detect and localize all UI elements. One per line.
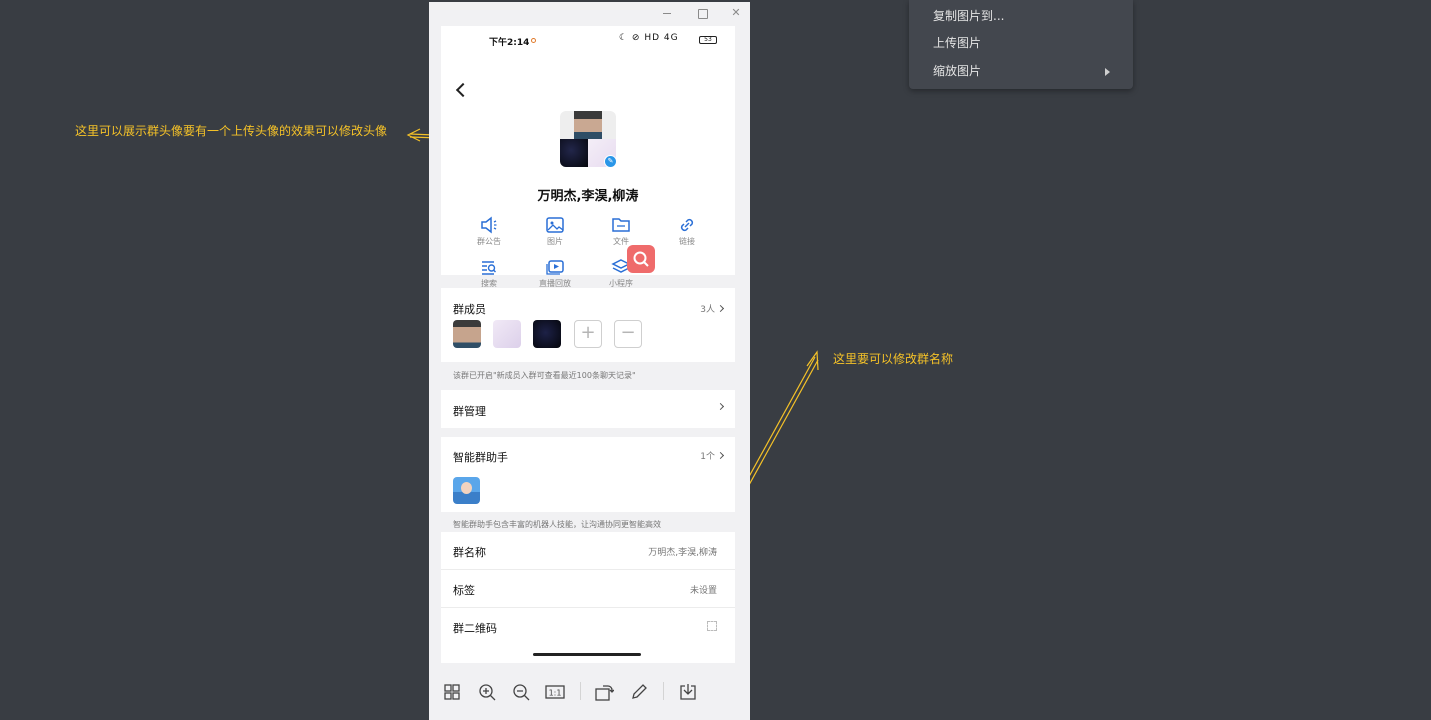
context-menu-zoom-image[interactable]: 缩放图片 [933,62,981,80]
folder-icon [612,218,630,232]
assistant-avatar[interactable] [453,477,480,504]
status-icons: ☾ ⊘ HD 4G [619,33,679,43]
context-menu-copy-image-to[interactable]: 复制图片到... [933,7,1004,25]
members-title: 群成员 [453,303,486,316]
func-links[interactable]: 链接 [667,216,707,247]
link-icon [680,218,694,232]
rotate-icon [595,685,615,701]
floating-search-button[interactable] [627,245,655,273]
zoom-out-button[interactable] [511,682,531,702]
zoom-out-icon [513,684,530,701]
rotate-button[interactable] [594,682,615,702]
func-images[interactable]: 图片 [535,216,575,247]
submenu-arrow-icon [1105,68,1110,76]
chevron-right-icon [716,402,725,411]
grid-icon [444,684,460,700]
image-viewer-window: ✕ 下午2:14 ☾ ⊘ HD 4G 53 ✎ 万明杰,李淏,柳涛 群公告 图片… [429,2,750,720]
phone-screenshot: 下午2:14 ☾ ⊘ HD 4G 53 ✎ 万明杰,李淏,柳涛 群公告 图片 文… [441,26,735,663]
group-header-card: ✎ 万明杰,李淏,柳涛 群公告 图片 文件 链接 搜索 直播回放 小程序 [441,50,735,288]
edit-button[interactable] [629,682,649,702]
download-button[interactable] [678,682,698,702]
member-avatar[interactable] [493,320,521,348]
assistant-count[interactable]: 1个 [700,449,725,462]
zoom-in-icon [479,684,496,701]
grid-view-button[interactable] [442,682,462,702]
viewer-toolbar: 1:1 [429,676,750,708]
actual-size-icon: 1:1 [545,685,565,699]
func-search[interactable]: 搜索 [469,258,509,289]
status-dot-icon [531,38,536,43]
maximize-button[interactable] [694,5,710,21]
chevron-right-icon [716,451,725,460]
group-name-row[interactable]: 群名称 万明杰,李淏,柳涛 [441,532,735,569]
search-list-icon [482,261,496,275]
assistant-note: 智能群助手包含丰富的机器人技能，让沟通协同更智能高效 [453,520,661,529]
back-arrow-icon[interactable] [455,82,471,98]
members-card[interactable]: 群成员 3人 + − [441,288,735,362]
svg-text:1:1: 1:1 [549,689,562,698]
qr-code-icon [707,621,717,631]
search-icon [633,251,649,267]
remove-member-button[interactable]: − [614,320,642,348]
assistant-title: 智能群助手 [453,451,508,464]
tag-row[interactable]: 标签 未设置 [441,570,735,607]
qr-code-row[interactable]: 群二维码 [441,608,735,645]
minimize-button[interactable] [659,5,675,21]
status-time: 下午2:14 [489,38,530,48]
group-name-title: 万明杰,李淏,柳涛 [537,189,639,204]
zoom-in-button[interactable] [477,682,497,702]
member-avatar[interactable] [453,320,481,348]
group-manage-label: 群管理 [453,405,486,418]
annotation-avatar-note: 这里可以展示群头像要有一个上传头像的效果可以修改头像 [75,124,388,138]
annotation-group-name-note: 这里要可以修改群名称 [833,352,954,366]
edit-avatar-icon[interactable]: ✎ [604,155,617,168]
replay-icon [546,260,564,275]
add-member-button[interactable]: + [574,320,602,348]
history-notice: 该群已开启"新成员入群可查看最近100条聊天记录" [453,371,636,380]
func-files[interactable]: 文件 [601,216,641,247]
avatar-tile-2 [560,139,588,167]
battery-icon: 53 [699,36,717,44]
group-manage-row[interactable]: 群管理 [441,390,735,428]
group-name-value: 万明杰,李淏,柳涛 [648,548,717,558]
assistant-card[interactable]: 智能群助手 1个 [441,437,735,512]
avatar-tile-1 [574,111,602,139]
member-avatar[interactable] [533,320,561,348]
context-menu: 复制图片到... 上传图片 缩放图片 [909,0,1133,89]
func-announcement[interactable]: 群公告 [469,216,509,247]
members-count[interactable]: 3人 [700,302,725,315]
close-button[interactable]: ✕ [728,5,744,21]
chevron-right-icon [716,304,725,313]
func-live-replay[interactable]: 直播回放 [535,258,575,289]
context-menu-upload-image[interactable]: 上传图片 [933,34,981,52]
status-bar: 下午2:14 ☾ ⊘ HD 4G 53 [441,26,735,50]
settings-card: 群名称 万明杰,李淏,柳涛 标签 未设置 群二维码 [441,532,735,663]
tag-value: 未设置 [689,586,717,596]
edit-icon [632,684,647,699]
speaker-icon [481,216,497,234]
actual-size-button[interactable]: 1:1 [545,682,565,702]
home-indicator [533,653,641,656]
download-icon [680,684,696,700]
image-icon [546,217,564,233]
